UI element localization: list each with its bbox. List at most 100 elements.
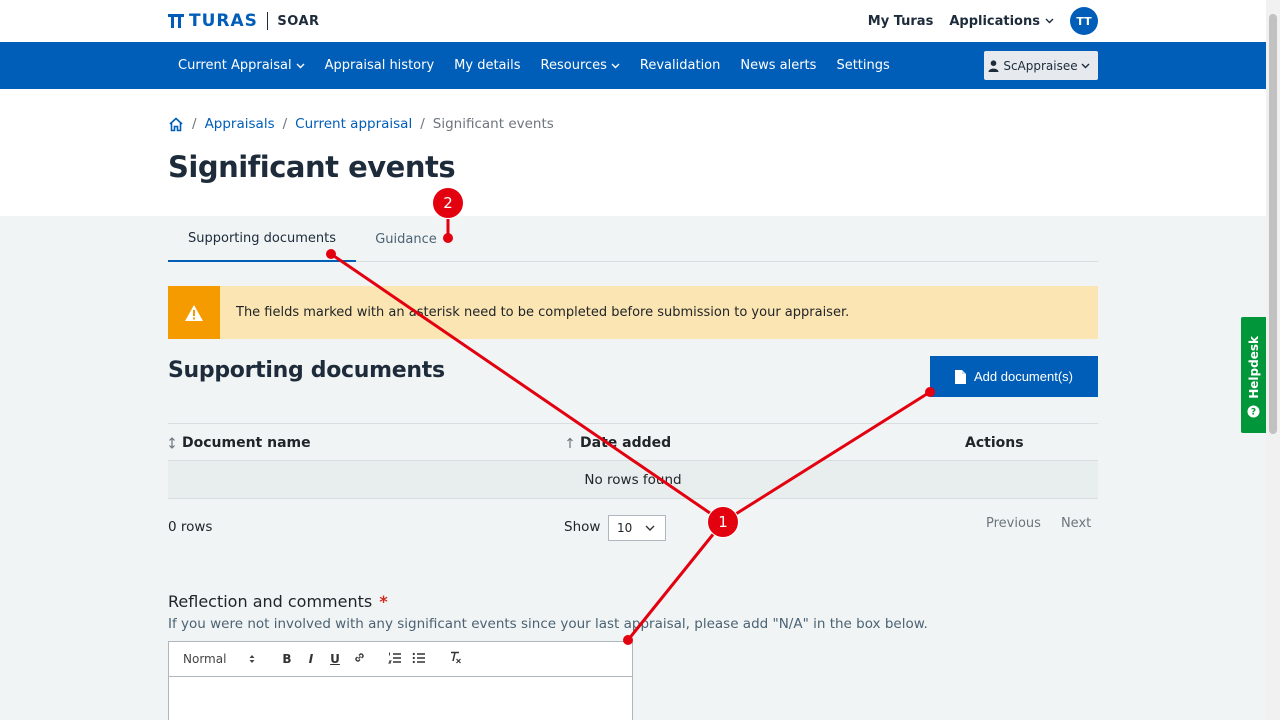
helpdesk-tab[interactable]: Helpdesk ? [1241, 317, 1266, 433]
reflection-hint: If you were not involved with any signif… [168, 616, 928, 632]
empty-message: No rows found [584, 471, 682, 488]
svg-text:?: ? [1251, 407, 1256, 417]
chevron-down-icon [611, 63, 620, 68]
column-actions: Actions [965, 424, 1024, 462]
chevron-down-icon [1045, 18, 1054, 24]
add-documents-label: Add document(s) [974, 369, 1073, 384]
scrollbar[interactable] [1266, 0, 1280, 720]
nav-item-current-appraisal[interactable]: Current Appraisal [168, 58, 315, 73]
user-name: ScAppraisee [1003, 58, 1078, 73]
applications-menu[interactable]: Applications [949, 14, 1054, 29]
chevron-down-icon [296, 63, 305, 68]
scrollbar-thumb[interactable] [1269, 14, 1277, 434]
brand-divider [266, 12, 269, 30]
nav-item-label: Settings [836, 58, 890, 73]
document-icon [955, 369, 966, 384]
breadcrumb-separator: / [420, 116, 425, 132]
column-label: Date added [580, 435, 672, 451]
nav-item-label: Revalidation [639, 58, 721, 73]
supporting-documents-heading: Supporting documents [168, 358, 445, 383]
turas-logo: TURAS [168, 11, 258, 31]
nav-item-my-details[interactable]: My details [444, 58, 530, 73]
nav-item-label: Resources [540, 58, 607, 73]
nav-item-news-alerts[interactable]: News alerts [730, 58, 826, 73]
clear-format-icon [450, 651, 461, 664]
reflection-editor[interactable]: Normal B I U [168, 641, 633, 720]
breadcrumb: / Appraisals / Current appraisal / Signi… [168, 116, 554, 132]
table-header: Document name Date added Actions [168, 423, 1098, 461]
breadcrumb-separator: / [192, 116, 197, 132]
previous-page-button[interactable]: Previous [986, 516, 1041, 531]
chevron-down-icon [1081, 63, 1090, 68]
required-asterisk: * [379, 592, 388, 611]
turas-logo-icon [168, 14, 184, 28]
bullet-list-button[interactable] [407, 652, 431, 667]
tab-guidance[interactable]: Guidance [356, 216, 456, 262]
next-page-button[interactable]: Next [1061, 516, 1091, 531]
clear-format-button[interactable] [443, 651, 467, 667]
chevron-down-icon [645, 525, 655, 531]
avatar[interactable]: TT [1070, 7, 1098, 35]
nav-item-revalidation[interactable]: Revalidation [630, 58, 730, 73]
app-name: SOAR [277, 13, 320, 29]
applications-label: Applications [949, 13, 1040, 29]
editor-toolbar: Normal B I U [169, 642, 632, 677]
column-label: Document name [182, 435, 311, 451]
helpdesk-label: Helpdesk [1246, 336, 1261, 399]
breadcrumb-current-appraisal[interactable]: Current appraisal [295, 116, 412, 132]
table-empty-row: No rows found [168, 461, 1098, 499]
warning-alert: The fields marked with an asterisk need … [168, 286, 1098, 339]
page-size-select[interactable]: 10 [608, 515, 666, 541]
row-count: 0 rows [168, 519, 213, 535]
nav-item-label: News alerts [740, 58, 817, 73]
link-button[interactable] [347, 651, 371, 667]
page-size-value: 10 [617, 521, 633, 535]
annotation-marker-1: 1 [707, 506, 739, 538]
nav-item-resources[interactable]: Resources [531, 58, 630, 73]
tab-list: Supporting documents Guidance [168, 216, 1098, 262]
pagination: Previous Next [986, 516, 1111, 531]
column-label: Actions [965, 435, 1024, 451]
sort-icon [169, 437, 175, 449]
nav-item-appraisal-history[interactable]: Appraisal history [315, 58, 445, 73]
brand[interactable]: TURAS SOAR [168, 11, 320, 31]
updown-icon [249, 655, 255, 663]
page-title: Significant events [168, 150, 456, 184]
user-menu-button[interactable]: ScAppraisee [984, 51, 1098, 80]
documents-table: Document name Date added Actions No rows… [168, 423, 1098, 499]
main-nav: Current Appraisal Appraisal history My det… [0, 42, 1266, 89]
breadcrumb-current: Significant events [432, 116, 554, 132]
alert-message: The fields marked with an asterisk need … [236, 305, 850, 320]
nav-item-settings[interactable]: Settings [826, 58, 899, 73]
italic-button[interactable]: I [299, 652, 323, 666]
page-size-label: Show [564, 519, 601, 535]
nav-item-label: My details [454, 58, 521, 73]
ordered-list-icon [387, 652, 401, 663]
underline-button[interactable]: U [323, 652, 347, 666]
column-document-name[interactable]: Document name [168, 424, 311, 462]
bold-button[interactable]: B [275, 652, 299, 666]
warning-icon [168, 286, 220, 339]
nav-item-label: Current Appraisal [178, 58, 292, 73]
format-select[interactable]: Normal [183, 652, 255, 666]
bullet-list-icon [412, 652, 425, 663]
tab-supporting-documents[interactable]: Supporting documents [168, 216, 356, 262]
my-turas-link[interactable]: My Turas [868, 14, 934, 29]
nav-items: Current Appraisal Appraisal history My det… [168, 42, 900, 89]
brand-name: TURAS [189, 11, 258, 31]
reflection-label-text: Reflection and comments [168, 592, 373, 611]
home-icon[interactable] [168, 116, 184, 132]
breadcrumb-appraisals[interactable]: Appraisals [205, 116, 275, 132]
sort-ascending-icon [567, 437, 573, 448]
column-date-added[interactable]: Date added [566, 424, 671, 462]
nav-item-label: Appraisal history [324, 58, 435, 73]
top-bar: TURAS SOAR My Turas Applications TT [0, 0, 1266, 42]
reflection-label: Reflection and comments * [168, 592, 388, 611]
annotation-marker-2: 2 [432, 187, 464, 219]
breadcrumb-separator: / [282, 116, 288, 132]
top-right-links: My Turas Applications TT [868, 7, 1098, 35]
link-icon [354, 653, 364, 662]
help-icon: ? [1247, 405, 1260, 418]
ordered-list-button[interactable] [383, 652, 407, 667]
add-documents-button[interactable]: Add document(s) [930, 356, 1098, 397]
